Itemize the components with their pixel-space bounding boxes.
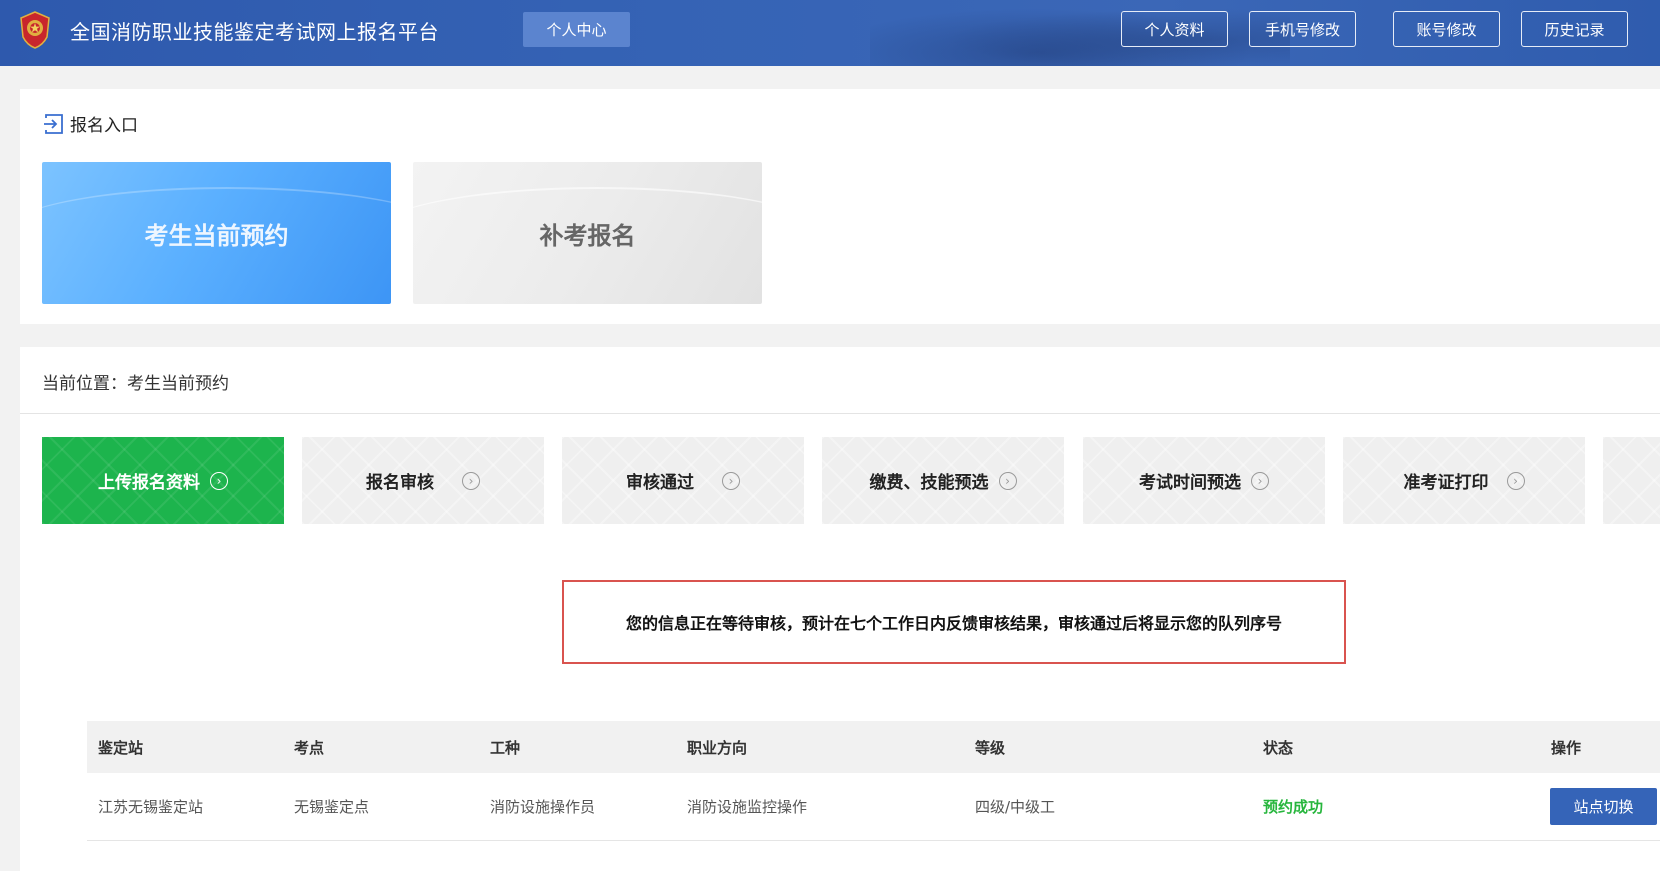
column-header: 状态 [1263, 738, 1294, 757]
top-header: 全国消防职业技能鉴定考试网上报名平台 个人中心 个人资料 手机号修改 账号修改 … [0, 0, 1660, 66]
status-badge: 预约成功 [1263, 798, 1324, 816]
switch-site-button[interactable]: 站点切换 [1550, 788, 1657, 825]
column-header: 鉴定站 [98, 738, 144, 757]
step-label: 审核通过 [626, 473, 694, 493]
column-header: 工种 [490, 738, 521, 757]
change-phone-button[interactable]: 手机号修改 [1249, 11, 1356, 47]
chevron-right-circle-icon: › [462, 471, 480, 490]
current-appointment-label: 考生当前预约 [144, 221, 289, 250]
chevron-right-circle-icon: › [998, 471, 1017, 490]
step-label: 报名审核 [366, 473, 434, 493]
personal-info-button[interactable]: 个人资料 [1121, 11, 1228, 47]
trade-cell: 消防设施操作员 [490, 798, 596, 816]
column-header: 考点 [294, 738, 325, 757]
step-label: 缴费、技能预选 [869, 473, 989, 493]
breadcrumb-current: 考生当前预约 [127, 374, 229, 394]
fire-rescue-emblem-icon [20, 11, 50, 49]
step-payment-skill-preselect: 缴费、技能预选 › [822, 437, 1064, 524]
step-exam-time-preselect: 考试时间预选 › [1083, 437, 1325, 524]
makeup-exam-card[interactable]: 补考报名 [413, 162, 762, 304]
change-account-button[interactable]: 账号修改 [1393, 11, 1500, 47]
step-label: 上传报名资料 [98, 473, 200, 493]
personal-center-button[interactable]: 个人中心 [523, 12, 630, 47]
divider [20, 413, 1660, 414]
chevron-right-circle-icon: › [210, 471, 228, 490]
direction-cell: 消防设施监控操作 [687, 798, 808, 816]
step-admission-ticket-print: 准考证打印 › [1343, 437, 1585, 524]
registration-entry-panel: 报名入口 考生当前预约 补考报名 [20, 89, 1660, 324]
station-cell: 江苏无锡鉴定站 [98, 798, 204, 816]
chevron-right-circle-icon: › [1251, 471, 1269, 490]
step-review-passed: 审核通过 › [562, 437, 804, 524]
table-row: 江苏无锡鉴定站 无锡鉴定点 消防设施操作员 消防设施监控操作 四级/中级工 预约… [87, 773, 1660, 841]
step-upload-materials: 上传报名资料 › [42, 437, 284, 524]
step-label: 考试时间预选 [1139, 473, 1241, 493]
entry-heading: 报名入口 [42, 111, 138, 136]
table-header: 鉴定站 考点 工种 职业方向 等级 状态 操作 [87, 721, 1660, 773]
site-title: 全国消防职业技能鉴定考试网上报名平台 [70, 20, 439, 44]
step-registration-review: 报名审核 › [302, 437, 544, 524]
appointment-table: 鉴定站 考点 工种 职业方向 等级 状态 操作 江苏无锡鉴定站 无锡鉴定点 消防… [87, 721, 1660, 841]
history-button[interactable]: 历史记录 [1521, 11, 1628, 47]
step-label: 准考证打印 [1403, 473, 1489, 493]
column-header: 等级 [975, 738, 1006, 757]
column-header: 操作 [1551, 738, 1582, 757]
level-cell: 四级/中级工 [975, 798, 1056, 816]
chevron-right-circle-icon: › [722, 471, 740, 490]
current-appointment-card[interactable]: 考生当前预约 [42, 162, 391, 304]
chevron-right-circle-icon: › [1506, 471, 1525, 490]
makeup-exam-label: 补考报名 [539, 221, 636, 250]
breadcrumb-label: 当前位置： [42, 374, 127, 394]
action-cell: 站点切换 [1550, 773, 1657, 840]
site-cell: 无锡鉴定点 [294, 798, 370, 816]
review-pending-notice: 您的信息正在等待审核，预计在七个工作日内反馈审核结果，审核通过后将显示您的队列序… [562, 580, 1346, 664]
breadcrumb: 当前位置：考生当前预约 [42, 369, 229, 394]
appointment-flow-panel: 当前位置：考生当前预约 上传报名资料 › 报名审核 › 审核通过 › 缴费、技能… [20, 347, 1660, 871]
enter-icon [44, 113, 63, 134]
entry-heading-label: 报名入口 [70, 116, 138, 136]
column-header: 职业方向 [687, 738, 748, 757]
step-next-partial [1603, 437, 1660, 524]
